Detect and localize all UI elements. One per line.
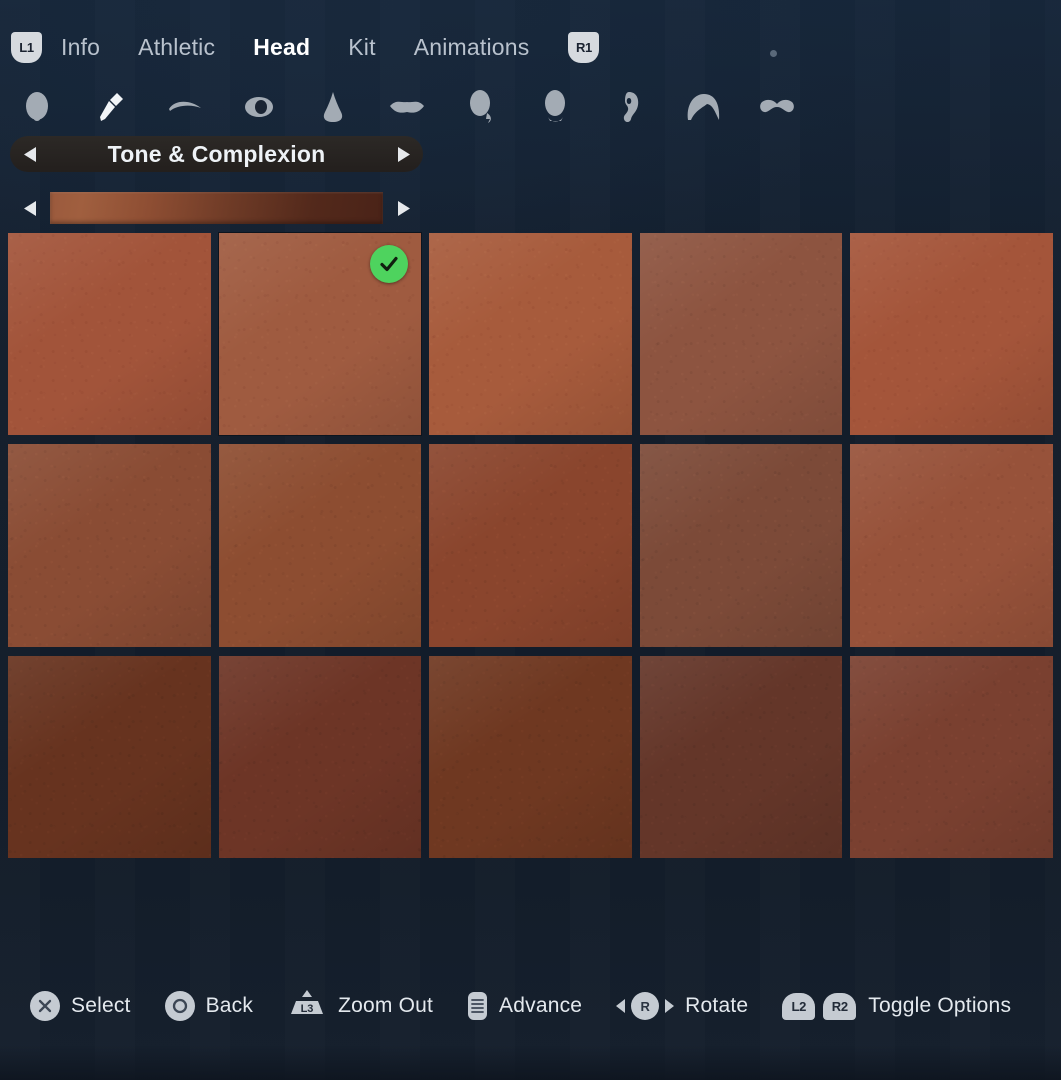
category-selector[interactable]: Tone & Complexion: [10, 136, 423, 172]
action-rotate-label: Rotate: [685, 994, 749, 1017]
swatch-sheen: [639, 444, 843, 647]
eyebrow-icon[interactable]: [148, 84, 222, 130]
ear-icon[interactable]: [592, 84, 666, 130]
hair-icon[interactable]: [666, 84, 740, 130]
swatch-sheen: [850, 233, 1053, 436]
circle-button-icon: [164, 991, 195, 1021]
tone-gradient-bar[interactable]: [50, 192, 383, 224]
category-prev-arrow-icon[interactable]: [10, 136, 50, 172]
swatch-tone-14[interactable]: [639, 655, 843, 858]
swatch-sheen: [218, 655, 422, 858]
category-next-arrow-icon[interactable]: [383, 136, 423, 172]
tone-next-arrow-icon[interactable]: [383, 190, 423, 226]
tab-animations[interactable]: Animations: [395, 34, 549, 61]
swatch-sheen: [8, 655, 211, 858]
action-back-label: Back: [205, 994, 254, 1017]
cross-button-icon: [30, 991, 60, 1021]
r2-trigger-icon[interactable]: R2: [823, 992, 857, 1020]
tab-info[interactable]: Info: [42, 34, 119, 61]
swatch-tone-5[interactable]: [850, 233, 1053, 436]
swatch-tone-15[interactable]: [850, 655, 1053, 858]
top-tab-bar: L1 Info Athletic Head Kit Animations R1: [0, 25, 600, 69]
swatch-tone-10[interactable]: [850, 444, 1053, 647]
swatch-sheen: [8, 444, 211, 647]
swatch-tone-1[interactable]: [8, 233, 211, 436]
cheek-icon[interactable]: [444, 84, 518, 130]
action-zoom-out[interactable]: L3 Zoom Out: [287, 990, 433, 1022]
action-advance[interactable]: Advance: [467, 991, 582, 1021]
skin-tone-brush-icon[interactable]: [74, 84, 148, 130]
skin-tone-swatch-grid: [8, 233, 1053, 858]
tab-head[interactable]: Head: [234, 34, 329, 61]
action-rotate[interactable]: R Rotate: [616, 992, 748, 1020]
tab-athletic[interactable]: Athletic: [119, 34, 234, 61]
status-dot-indicator: [770, 50, 777, 57]
l2-trigger-icon[interactable]: L2: [782, 992, 816, 1020]
touchpad-icon: [468, 992, 488, 1020]
nose-icon[interactable]: [296, 84, 370, 130]
swatch-sheen: [429, 444, 632, 647]
swatch-tone-9[interactable]: [639, 444, 843, 647]
swatch-sheen: [429, 655, 632, 858]
swatch-sheen: [218, 444, 422, 647]
action-back[interactable]: Back: [164, 991, 254, 1021]
l1-bumper-icon[interactable]: L1: [11, 31, 42, 63]
r1-bumper-icon[interactable]: R1: [568, 31, 600, 63]
swatch-sheen: [429, 233, 632, 436]
feature-icon-row: [0, 84, 840, 130]
swatch-sheen: [639, 655, 843, 858]
action-toggle-options-label: Toggle Options: [868, 994, 1012, 1017]
tone-prev-arrow-icon[interactable]: [10, 190, 50, 226]
swatch-sheen: [850, 655, 1053, 858]
action-select[interactable]: Select: [30, 991, 131, 1021]
face-shape-icon[interactable]: [0, 84, 74, 130]
swatch-tone-4[interactable]: [639, 233, 843, 436]
swatch-tone-13[interactable]: [429, 655, 632, 858]
action-bar: Select Back L3 Zoom Out Advance R Rotate…: [0, 985, 1061, 1027]
action-select-label: Select: [71, 994, 131, 1017]
l2-r2-icon: L2 R2: [782, 992, 864, 1020]
tone-strip-row: [10, 192, 423, 224]
right-stick-icon: R: [616, 992, 675, 1020]
category-label: Tone & Complexion: [107, 140, 326, 167]
action-zoom-out-label: Zoom Out: [338, 994, 434, 1017]
chin-icon[interactable]: [518, 84, 592, 130]
check-icon: [370, 245, 409, 283]
eye-icon[interactable]: [222, 84, 296, 130]
bottom-fade-overlay: [0, 1045, 1061, 1080]
swatch-tone-8[interactable]: [429, 444, 632, 647]
swatch-tone-2[interactable]: [218, 233, 422, 436]
swatch-tone-3[interactable]: [429, 233, 632, 436]
lips-icon[interactable]: [370, 84, 444, 130]
swatch-sheen: [850, 444, 1053, 647]
swatch-tone-7[interactable]: [218, 444, 422, 647]
svg-text:L3: L3: [301, 1003, 314, 1015]
swatch-tone-11[interactable]: [8, 655, 211, 858]
swatch-sheen: [8, 233, 211, 436]
r-stick-button-icon: R: [631, 992, 660, 1020]
facial-hair-icon[interactable]: [740, 84, 814, 130]
character-creator-screen: L1 Info Athletic Head Kit Animations R1: [0, 0, 1061, 1080]
swatch-tone-6[interactable]: [8, 444, 211, 647]
swatch-tone-12[interactable]: [218, 655, 422, 858]
l3-stick-icon: L3: [291, 990, 324, 1015]
action-advance-label: Advance: [499, 994, 583, 1017]
action-toggle-options[interactable]: L2 R2 Toggle Options: [782, 992, 1012, 1020]
swatch-sheen: [639, 233, 843, 436]
tab-kit[interactable]: Kit: [329, 34, 394, 61]
